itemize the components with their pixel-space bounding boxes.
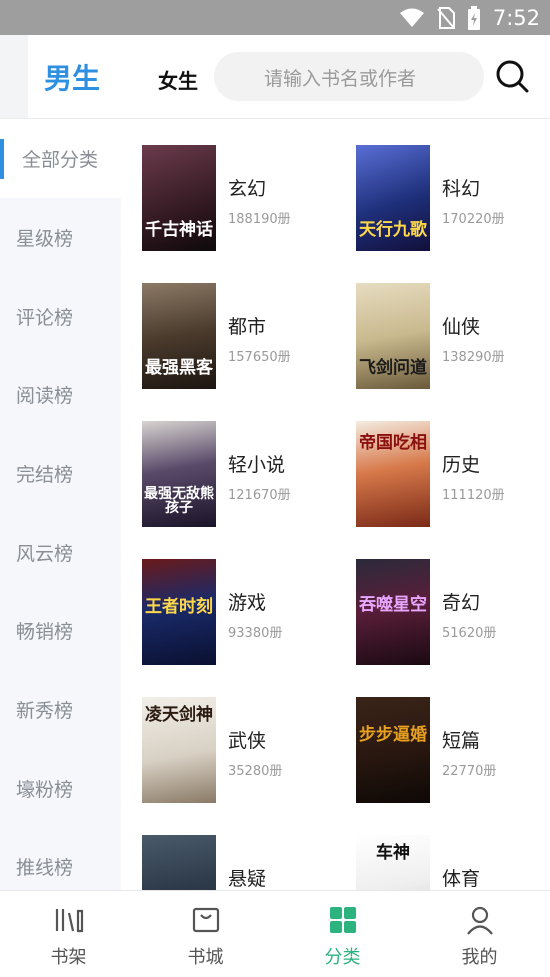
book-cover: 王者时刻 xyxy=(142,559,216,665)
category-card[interactable]: 悬疑 xyxy=(121,809,335,890)
bookshelf-icon xyxy=(55,909,83,933)
book-cover: 天行九歌 xyxy=(356,145,430,251)
status-time: 7:52 xyxy=(492,5,540,30)
nav-label: 分类 xyxy=(324,947,361,968)
nav-bookshelf[interactable]: 书架 xyxy=(0,891,137,977)
book-cover: 千古神话 xyxy=(142,145,216,251)
category-name: 游戏 xyxy=(228,592,267,614)
search-icon[interactable] xyxy=(494,58,530,94)
category-name: 武侠 xyxy=(228,730,267,752)
status-icons: 7:52 xyxy=(399,0,540,35)
category-count: 188190册 xyxy=(228,212,291,227)
category-card[interactable]: 最强黑客 都市 157650册 xyxy=(121,257,335,395)
category-card[interactable]: 天行九歌 科幻 170220册 xyxy=(335,119,549,257)
category-name: 轻小说 xyxy=(228,454,286,476)
sidebar-item-label: 推线榜 xyxy=(16,857,74,879)
category-card[interactable]: 王者时刻 游戏 93380册 xyxy=(121,533,335,671)
category-name: 短篇 xyxy=(442,730,481,752)
category-count: 22770册 xyxy=(442,764,497,779)
category-count: 157650册 xyxy=(228,350,291,365)
book-cover: 步步逼婚 xyxy=(356,697,430,803)
sidebar-item-label: 风云榜 xyxy=(16,543,74,565)
nav-label: 书架 xyxy=(50,947,87,968)
book-cover: 吞噬星空 xyxy=(356,559,430,665)
top-header: 男生 女生 请输入书名或作者 xyxy=(0,35,550,119)
sidebar-item-label: 星级榜 xyxy=(16,228,74,250)
sidebar-item-label: 畅销榜 xyxy=(16,621,74,643)
category-count: 93380册 xyxy=(228,626,283,641)
no-sim-icon xyxy=(437,6,455,29)
category-name: 仙侠 xyxy=(442,316,481,338)
bottom-nav: 书架 书城 分类 我的 xyxy=(0,890,550,977)
sidebar-item-comment[interactable]: 评论榜 xyxy=(0,277,121,356)
category-name: 奇幻 xyxy=(442,592,481,614)
category-card[interactable]: 最强无敌熊孩子 轻小说 121670册 xyxy=(121,395,335,533)
category-count: 170220册 xyxy=(442,212,505,227)
nav-profile[interactable]: 我的 xyxy=(411,891,548,977)
sidebar-item-all[interactable]: 全部分类 xyxy=(0,119,121,198)
nav-category[interactable]: 分类 xyxy=(274,891,411,977)
category-count: 51620册 xyxy=(442,626,497,641)
wifi-icon xyxy=(399,8,424,27)
category-name: 体育 xyxy=(442,868,481,890)
sidebar-item-fans[interactable]: 壕粉榜 xyxy=(0,749,121,828)
nav-label: 书城 xyxy=(187,947,224,968)
sidebar-item-label: 阅读榜 xyxy=(16,385,74,407)
sidebar-item-finished[interactable]: 完结榜 xyxy=(0,434,121,513)
header-left-strip xyxy=(0,35,28,118)
category-grid-icon xyxy=(329,907,356,933)
sidebar-item-trending[interactable]: 风云榜 xyxy=(0,513,121,592)
category-name: 历史 xyxy=(442,454,481,476)
category-count: 111120册 xyxy=(442,488,505,503)
active-indicator xyxy=(0,139,4,179)
nav-label: 我的 xyxy=(461,947,498,968)
sidebar-item-label: 全部分类 xyxy=(22,149,99,171)
status-bar: 7:52 xyxy=(0,0,550,35)
category-count: 35280册 xyxy=(228,764,283,779)
profile-icon xyxy=(466,906,493,935)
search-placeholder: 请输入书名或作者 xyxy=(264,68,417,90)
sidebar-item-recommend[interactable]: 推线榜 xyxy=(0,827,121,890)
sidebar-item-star[interactable]: 星级榜 xyxy=(0,198,121,277)
category-card[interactable]: 千古神话 玄幻 188190册 xyxy=(121,119,335,257)
category-count: 138290册 xyxy=(442,350,505,365)
tab-female[interactable]: 女生 xyxy=(158,65,198,94)
search-input[interactable]: 请输入书名或作者 xyxy=(214,52,484,101)
sidebar-item-label: 完结榜 xyxy=(16,464,74,486)
battery-icon xyxy=(467,5,480,30)
category-card[interactable]: 车神 体育 xyxy=(335,809,549,890)
sidebar-item-label: 壕粉榜 xyxy=(16,779,74,801)
category-name: 悬疑 xyxy=(228,868,267,890)
category-card[interactable]: 吞噬星空 奇幻 51620册 xyxy=(335,533,549,671)
book-cover: 最强无敌熊孩子 xyxy=(142,421,216,527)
nav-bookstore[interactable]: 书城 xyxy=(137,891,274,977)
sidebar-item-newcomer[interactable]: 新秀榜 xyxy=(0,670,121,749)
category-name: 都市 xyxy=(228,316,267,338)
category-card[interactable]: 步步逼婚 短篇 22770册 xyxy=(335,671,549,809)
sidebar-item-label: 新秀榜 xyxy=(16,700,74,722)
category-name: 科幻 xyxy=(442,178,481,200)
book-cover: 帝国吃相 xyxy=(356,421,430,527)
sidebar-item-read[interactable]: 阅读榜 xyxy=(0,355,121,434)
sidebar-item-label: 评论榜 xyxy=(16,307,74,329)
tab-male[interactable]: 男生 xyxy=(44,57,100,97)
category-count: 121670册 xyxy=(228,488,291,503)
bookstore-icon xyxy=(192,907,219,933)
category-name: 玄幻 xyxy=(228,178,267,200)
book-cover: 最强黑客 xyxy=(142,283,216,389)
category-card[interactable]: 帝国吃相 历史 111120册 xyxy=(335,395,549,533)
sidebar-item-bestseller[interactable]: 畅销榜 xyxy=(0,591,121,670)
book-cover: 凌天剑神 xyxy=(142,697,216,803)
category-card[interactable]: 飞剑问道 仙侠 138290册 xyxy=(335,257,549,395)
category-grid: 千古神话 玄幻 188190册 天行九歌 科幻 170220册 最强黑客 都市 … xyxy=(121,119,550,890)
book-cover xyxy=(142,835,216,890)
category-card[interactable]: 凌天剑神 武侠 35280册 xyxy=(121,671,335,809)
ranking-sidebar: 全部分类 星级榜 评论榜 阅读榜 完结榜 风云榜 畅销榜 新秀榜 壕粉榜 推线榜 xyxy=(0,119,121,890)
book-cover: 车神 xyxy=(356,835,430,890)
book-cover: 飞剑问道 xyxy=(356,283,430,389)
